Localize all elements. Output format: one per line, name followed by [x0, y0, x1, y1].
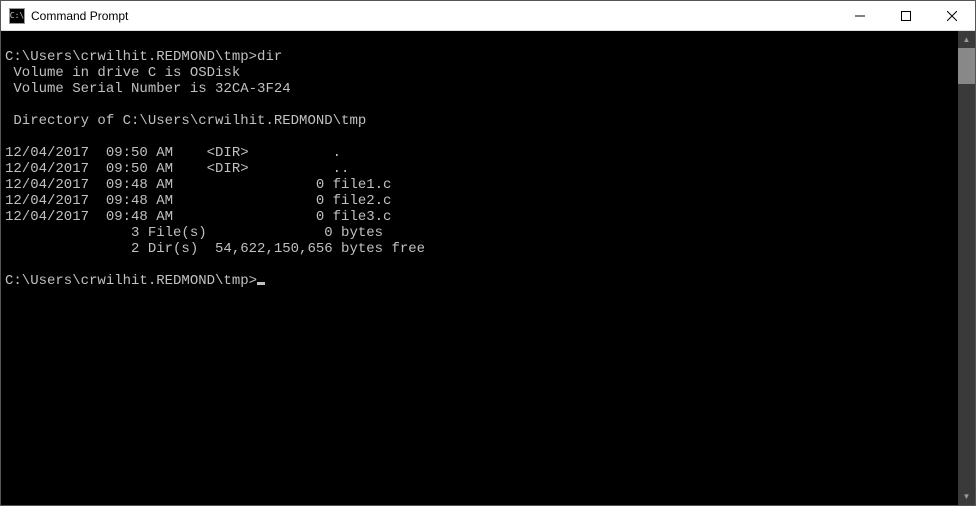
cursor	[257, 282, 265, 285]
current-prompt[interactable]: C:\Users\crwilhit.REDMOND\tmp>	[5, 273, 257, 289]
app-icon: C:\	[9, 8, 25, 24]
terminal-output[interactable]: C:\Users\crwilhit.REDMOND\tmp>dir Volume…	[1, 31, 958, 505]
minimize-button[interactable]	[837, 1, 883, 30]
maximize-icon	[901, 11, 911, 21]
scroll-thumb[interactable]	[958, 48, 975, 84]
maximize-button[interactable]	[883, 1, 929, 30]
minimize-icon	[855, 11, 865, 21]
titlebar[interactable]: C:\ Command Prompt	[1, 1, 975, 31]
vertical-scrollbar[interactable]: ▲ ▼	[958, 31, 975, 505]
scroll-up-arrow[interactable]: ▲	[958, 31, 975, 48]
window-controls	[837, 1, 975, 30]
terminal-area: C:\Users\crwilhit.REDMOND\tmp>dir Volume…	[1, 31, 975, 505]
window-title: Command Prompt	[31, 9, 837, 23]
scroll-down-arrow[interactable]: ▼	[958, 488, 975, 505]
close-icon	[947, 11, 957, 21]
command-prompt-window: C:\ Command Prompt C:\Users\crwilhit.RED…	[0, 0, 976, 506]
close-button[interactable]	[929, 1, 975, 30]
